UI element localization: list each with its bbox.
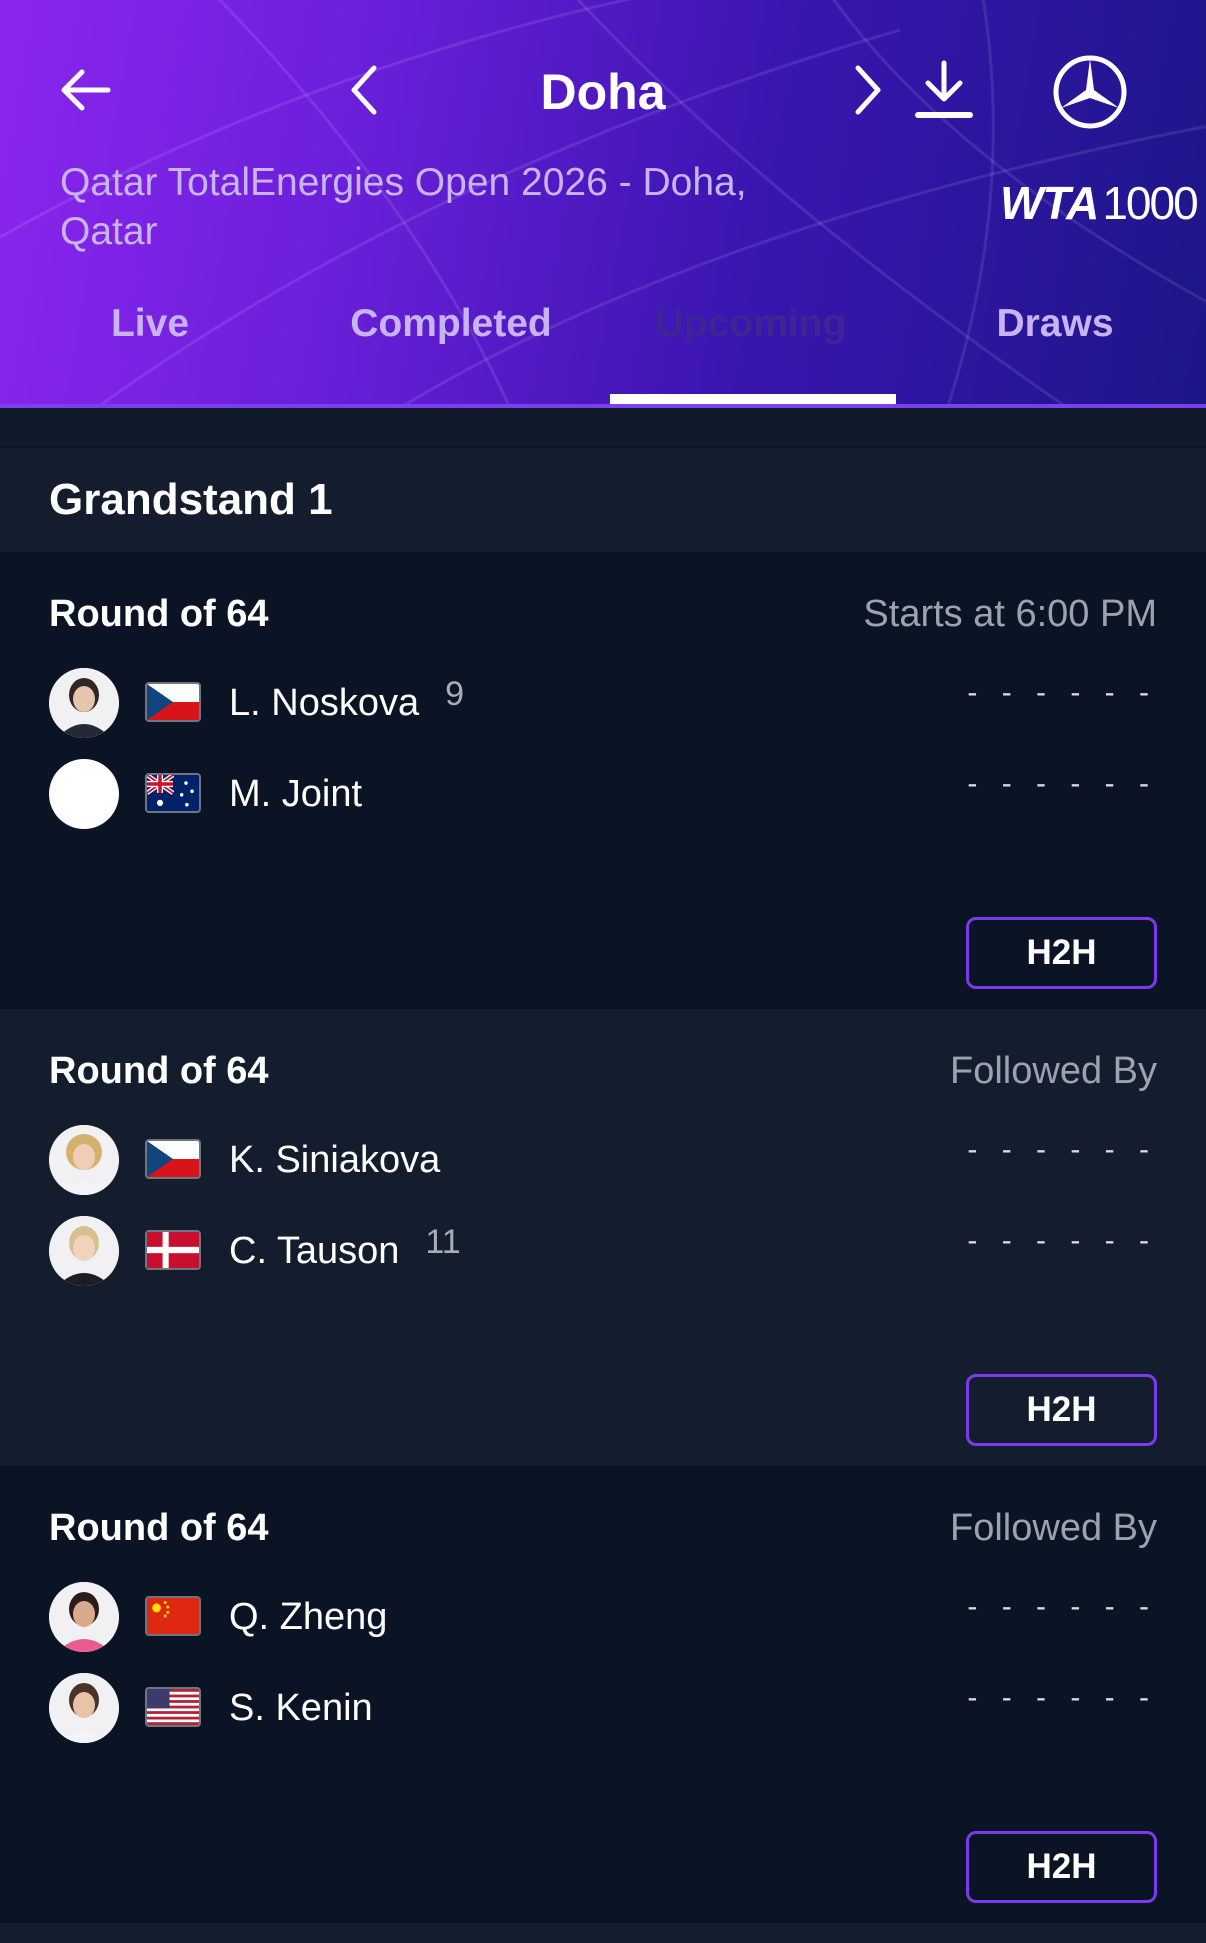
match-round: Round of 64 — [49, 1507, 269, 1549]
player-avatar — [49, 668, 119, 738]
flag-us-icon — [145, 1687, 201, 1727]
player-score: - - - - - - — [967, 1681, 1157, 1714]
section-spacer — [0, 408, 1206, 448]
player-row[interactable]: Q. Zheng - - - - - - — [49, 1582, 1157, 1652]
flag-cz-icon — [145, 682, 201, 722]
h2h-button[interactable]: H2H — [966, 917, 1157, 989]
match-card[interactable]: Round of 64 Followed By K. Siniakova - -… — [0, 1009, 1206, 1466]
player-avatar — [49, 1216, 119, 1286]
match-status: Followed By — [950, 1050, 1157, 1092]
player-row[interactable]: K. Siniakova - - - - - - — [49, 1125, 1157, 1195]
h2h-button[interactable]: H2H — [966, 1374, 1157, 1446]
player-score: - - - - - - — [967, 1133, 1157, 1166]
tournament-name: Qatar TotalEnergies Open 2026 - Doha, Qa… — [60, 161, 747, 253]
flag-cn-icon — [145, 1596, 201, 1636]
player-avatar — [49, 759, 119, 829]
player-name: L. Noskova — [229, 682, 420, 724]
player-name: K. Siniakova — [229, 1139, 441, 1181]
previous-tournament-button[interactable] — [336, 58, 392, 122]
next-card-edge — [0, 1923, 1206, 1943]
player-seed: 11 — [425, 1223, 461, 1261]
flag-cz-icon — [145, 1139, 201, 1179]
tab-completed[interactable]: Completed — [310, 296, 592, 352]
flag-dk-icon — [145, 1230, 201, 1270]
match-round: Round of 64 — [49, 593, 269, 635]
chevron-left-icon — [351, 65, 377, 115]
match-status: Followed By — [950, 1507, 1157, 1549]
tab-upcoming[interactable]: Upcoming — [620, 296, 882, 352]
court-header: Grandstand 1 — [0, 448, 1206, 552]
wta-1000-logo: WTA1000 — [1000, 177, 1199, 229]
download-button[interactable] — [908, 52, 980, 128]
back-button[interactable] — [52, 58, 116, 122]
flag-au-icon — [145, 773, 201, 813]
player-score: - - - - - - — [967, 676, 1157, 709]
player-score: - - - - - - — [967, 1590, 1157, 1623]
player-row[interactable]: S. Kenin - - - - - - — [49, 1673, 1157, 1743]
player-name: C. Tauson — [229, 1230, 400, 1272]
player-row[interactable]: L. Noskova 9 - - - - - - — [49, 668, 1157, 738]
chevron-right-icon — [855, 65, 881, 115]
match-status: Starts at 6:00 PM — [863, 593, 1157, 635]
h2h-button[interactable]: H2H — [966, 1831, 1157, 1903]
player-score: - - - - - - — [967, 767, 1157, 800]
player-avatar — [49, 1673, 119, 1743]
player-avatar — [49, 1125, 119, 1195]
player-name: S. Kenin — [229, 1687, 373, 1729]
arrow-left-icon — [61, 69, 111, 111]
download-icon — [915, 60, 973, 118]
wta-logo-text: WTA — [1000, 177, 1099, 229]
mercedes-logo[interactable] — [1052, 54, 1128, 130]
header-divider — [0, 404, 1206, 408]
player-row[interactable]: M. Joint - - - - - - — [49, 759, 1157, 829]
player-score: - - - - - - — [967, 1224, 1157, 1257]
page-title: Doha — [540, 64, 666, 120]
player-avatar — [49, 1582, 119, 1652]
tab-draws[interactable]: Draws — [960, 296, 1150, 352]
player-seed: 9 — [445, 675, 465, 713]
next-tournament-button[interactable] — [840, 58, 896, 122]
player-row[interactable]: C. Tauson 11 - - - - - - — [49, 1216, 1157, 1286]
wta-tier-text: 1000 — [1102, 177, 1198, 229]
tab-live[interactable]: Live — [60, 296, 240, 352]
court-name: Grandstand 1 — [49, 475, 333, 524]
player-name: Q. Zheng — [229, 1596, 388, 1638]
match-round: Round of 64 — [49, 1050, 269, 1092]
match-card[interactable]: Round of 64 Starts at 6:00 PM L. Noskova… — [0, 552, 1206, 1009]
match-card[interactable]: Round of 64 Followed By Q. Zheng - - - -… — [0, 1466, 1206, 1923]
player-name: M. Joint — [229, 773, 363, 815]
tournament-header: Doha Qatar TotalEnergies Open 2026 - Doh… — [0, 0, 1206, 408]
